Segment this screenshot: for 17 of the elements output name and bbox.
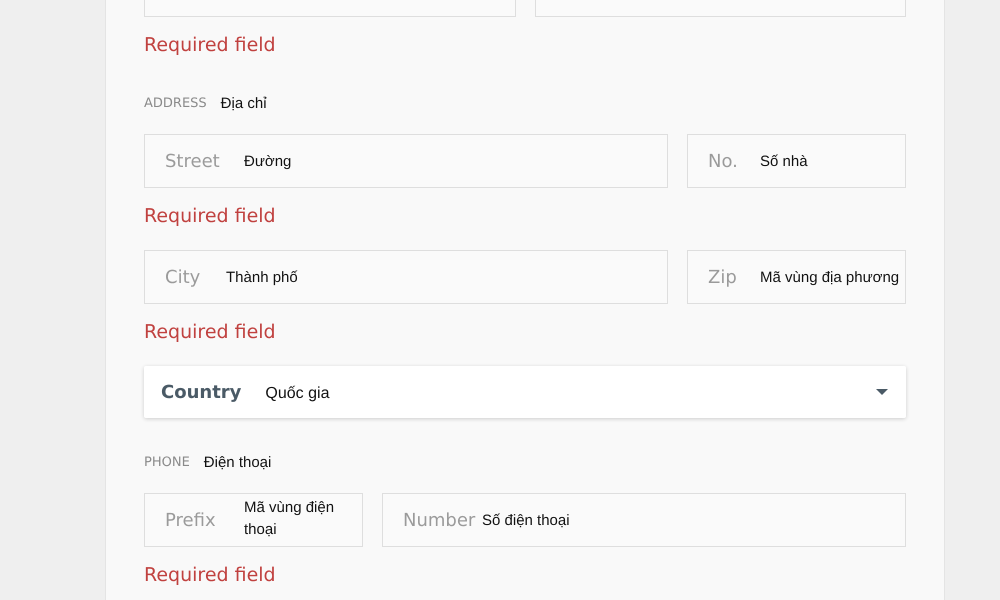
annotation: Đường xyxy=(244,153,292,170)
error-message: Required field xyxy=(144,563,277,588)
annotation: Địa chỉ xyxy=(220,94,267,112)
annotation: Quốc gia xyxy=(265,385,330,403)
error-message: Required field xyxy=(144,320,277,345)
annotation: Số điện thoại xyxy=(482,512,570,529)
section-label: ADDRESS xyxy=(144,96,207,110)
country-select[interactable]: Country Quốc gia xyxy=(144,366,906,418)
caret-icon xyxy=(876,389,888,395)
annotation: Mã vùng điện thoại xyxy=(244,498,336,540)
error-message: Required field xyxy=(144,204,277,229)
annotation: Số nhà xyxy=(760,153,808,170)
annotation: Điện thoại xyxy=(204,454,272,470)
error-message: Required field xyxy=(144,33,277,58)
annotation: Mã vùng địa phương xyxy=(760,269,900,286)
section-label: PHONE xyxy=(144,454,190,470)
annotation: Thành phố xyxy=(226,269,298,286)
